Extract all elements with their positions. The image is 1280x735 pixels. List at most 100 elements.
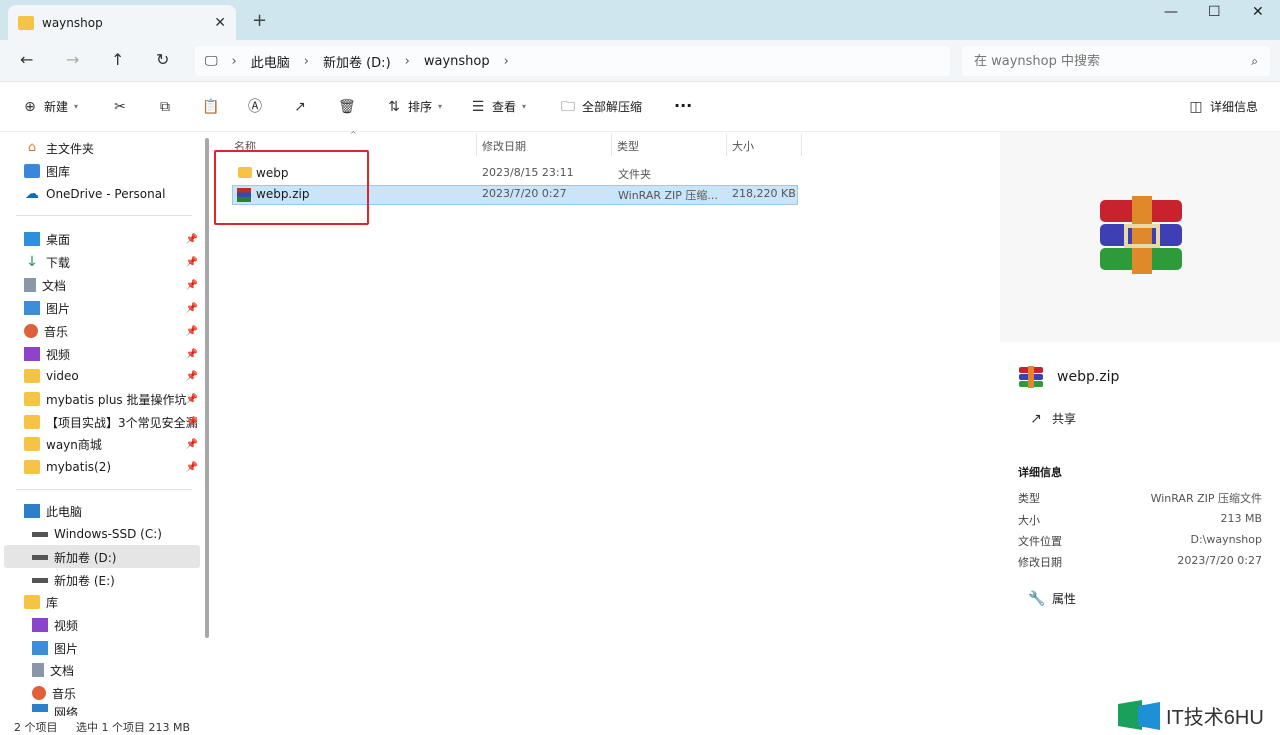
column-separator[interactable] (801, 134, 802, 156)
pin-icon[interactable]: 📌 (186, 462, 198, 473)
sidebar-item-project[interactable]: 【项目实战】3个常见安全漏 📌 (24, 411, 200, 433)
more-options-button[interactable]: ··· (674, 96, 692, 115)
cut-icon[interactable]: ✂ (112, 99, 128, 115)
preview-area (1000, 132, 1280, 342)
pin-icon[interactable]: 📌 (186, 257, 198, 268)
sidebar-item-downloads[interactable]: ↓ 下载 📌 (24, 251, 200, 273)
pin-icon[interactable]: 📌 (186, 326, 198, 337)
command-bar: ⊕ 新建 ▾ ✂ ⧉ 📋 Ⓐ ↗ 🗑 ⇅ 排序 ▾ ☰ 查看 ▾ 🗀 全部解压缩… (0, 82, 1280, 132)
new-button[interactable]: ⊕ 新建 ▾ (22, 98, 78, 115)
sidebar-item-label: 视频 (46, 347, 71, 362)
pin-icon[interactable]: 📌 (186, 280, 198, 291)
pin-icon[interactable]: 📌 (186, 371, 198, 382)
sidebar-item-drive-c[interactable]: Windows-SSD (C:) (32, 523, 208, 545)
sidebar-item-lib-videos[interactable]: 视频 (32, 614, 208, 636)
sidebar-item-gallery[interactable]: 图库 (24, 160, 200, 182)
sidebar-item-label: 此电脑 (46, 504, 83, 519)
folder-icon (24, 369, 40, 383)
share-icon: ↗ (1030, 410, 1042, 427)
breadcrumb-this-pc[interactable]: 此电脑 (251, 52, 290, 71)
sidebar-item-label: wayn商城 (46, 437, 102, 452)
paste-icon[interactable]: 📋 (202, 99, 219, 115)
document-icon (24, 278, 36, 292)
sidebar-item-label: Windows-SSD (C:) (54, 527, 162, 541)
column-header-date[interactable]: 修改日期 (482, 138, 526, 154)
item-count: 2 个项目 (14, 721, 58, 734)
music-icon (32, 686, 46, 700)
sidebar-item-mybatis2[interactable]: mybatis(2) 📌 (24, 456, 200, 478)
download-icon: ↓ (26, 254, 38, 270)
sidebar-item-lib-pictures[interactable]: 图片 (32, 637, 208, 659)
pin-icon[interactable]: 📌 (186, 234, 198, 245)
new-tab-button[interactable]: + (252, 10, 267, 31)
share-button[interactable]: ↗ 共享 (1028, 410, 1076, 427)
details-pane-button[interactable]: ◫ 详细信息 (1188, 98, 1258, 115)
breadcrumb-drive-d[interactable]: 新加卷 (D:) (323, 52, 391, 71)
view-button[interactable]: ☰ 查看 ▾ (470, 98, 526, 115)
search-input[interactable] (974, 53, 1234, 69)
search-icon: ⌕ (1251, 53, 1258, 68)
navigation-pane: ⌂ 主文件夹 图库 ☁ OneDrive - Personal 桌面 📌 ↓ 下… (0, 132, 212, 716)
sidebar-item-network[interactable]: 网络 (32, 704, 208, 716)
sidebar-item-mybatis-plus[interactable]: mybatis plus 批量操作坑 📌 (24, 388, 200, 410)
properties-button[interactable]: 🔧 属性 (1028, 590, 1076, 607)
sidebar-item-drive-d[interactable]: 新加卷 (D:) (32, 546, 208, 568)
column-separator[interactable] (611, 134, 612, 156)
tab-waynshop[interactable]: waynshop ✕ (8, 5, 236, 40)
forward-button[interactable]: → (66, 50, 79, 69)
back-button[interactable]: ← (20, 50, 33, 69)
sidebar-item-drive-e[interactable]: 新加卷 (E:) (32, 569, 208, 591)
pin-icon[interactable]: 📌 (186, 349, 198, 360)
delete-icon[interactable]: 🗑 (338, 99, 356, 115)
sidebar-item-home[interactable]: ⌂ 主文件夹 (24, 137, 200, 159)
extract-all-button[interactable]: 🗀 全部解压缩 (560, 98, 642, 115)
prop-label: 修改日期 (1018, 556, 1062, 569)
sidebar-item-label: 新加卷 (D:) (54, 550, 117, 565)
address-bar[interactable]: 🖵 › 此电脑 › 新加卷 (D:) › waynshop › (195, 46, 950, 76)
sidebar-item-libraries[interactable]: 库 (24, 591, 200, 613)
sidebar-item-music[interactable]: 音乐 📌 (24, 320, 200, 342)
refresh-button[interactable]: ↻ (156, 50, 169, 69)
column-header-size[interactable]: 大小 (732, 138, 754, 154)
chevron-right-icon: › (231, 53, 237, 69)
sidebar-item-video-folder[interactable]: video 📌 (24, 365, 200, 387)
breadcrumb-waynshop[interactable]: waynshop (424, 54, 490, 69)
sidebar-item-lib-music[interactable]: 音乐 (32, 682, 208, 704)
drive-icon (32, 554, 48, 560)
sidebar-item-videos[interactable]: 视频 📌 (24, 343, 200, 365)
chevron-right-icon[interactable]: › (504, 54, 509, 69)
column-header-type[interactable]: 类型 (617, 138, 639, 154)
copy-icon[interactable]: ⧉ (157, 99, 173, 115)
sidebar-item-lib-documents[interactable]: 文档 (32, 659, 208, 681)
sidebar-item-desktop[interactable]: 桌面 📌 (24, 228, 200, 250)
prop-value: WinRAR ZIP 压缩文件 (1150, 492, 1262, 505)
close-tab-icon[interactable]: ✕ (214, 15, 226, 31)
sidebar-item-this-pc[interactable]: 此电脑 (24, 500, 200, 522)
rename-icon[interactable]: Ⓐ (247, 99, 263, 115)
search-box[interactable]: ⌕ (962, 46, 1270, 76)
sidebar-scrollbar[interactable] (205, 138, 209, 638)
pin-icon[interactable]: 📌 (186, 303, 198, 314)
sort-button[interactable]: ⇅ 排序 ▾ (386, 98, 442, 115)
document-icon (32, 663, 44, 677)
column-separator[interactable] (476, 134, 477, 156)
pin-icon[interactable]: 📌 (186, 439, 198, 450)
maximize-button[interactable]: ☐ (1208, 4, 1221, 20)
pin-icon[interactable]: 📌 (186, 394, 198, 405)
close-window-button[interactable]: ✕ (1252, 4, 1264, 20)
up-button[interactable]: ↑ (111, 50, 124, 69)
sidebar-item-documents[interactable]: 文档 📌 (24, 274, 200, 296)
sidebar-item-pictures[interactable]: 图片 📌 (24, 297, 200, 319)
sidebar-item-label: 音乐 (52, 686, 77, 701)
gallery-icon (24, 164, 40, 178)
watermark: IT技术6HU (1118, 700, 1264, 730)
pin-icon[interactable]: 📌 (186, 417, 198, 428)
column-separator[interactable] (726, 134, 727, 156)
share-icon[interactable]: ↗ (292, 99, 308, 115)
selection-info: 选中 1 个项目 213 MB (76, 721, 191, 734)
minimize-button[interactable]: — (1164, 4, 1178, 20)
sidebar-item-onedrive[interactable]: ☁ OneDrive - Personal (24, 183, 200, 205)
details-section-title: 详细信息 (1018, 466, 1062, 479)
prop-label: 大小 (1018, 514, 1040, 527)
sidebar-item-wayn-mall[interactable]: wayn商城 📌 (24, 433, 200, 455)
